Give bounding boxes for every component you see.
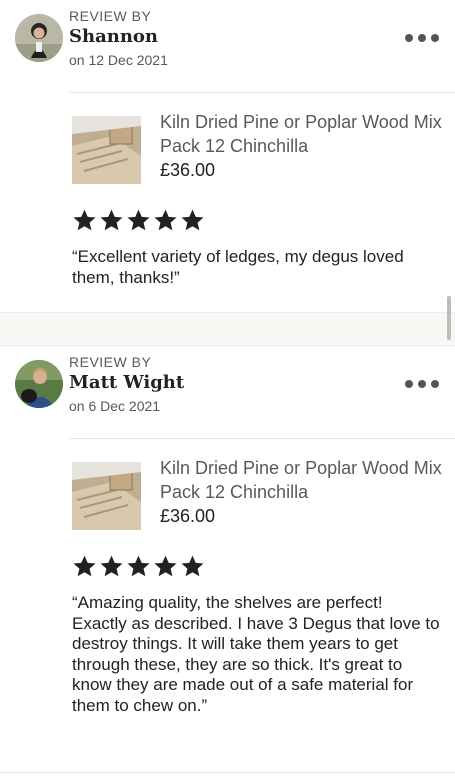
review-card: REVIEW BY Shannon on 12 Dec 2021 Kiln Dr…: [0, 0, 455, 312]
review-date: on 12 Dec 2021: [69, 52, 168, 68]
star-icon: [153, 208, 178, 233]
review-text: “Amazing quality, the shelves are perfec…: [72, 593, 440, 715]
star-icon: [126, 208, 151, 233]
product-price: £36.00: [160, 506, 216, 526]
review-text: “Excellent variety of ledges, my degus l…: [72, 247, 404, 287]
star-icon: [126, 554, 151, 579]
star-icon: [180, 208, 205, 233]
avatar[interactable]: [15, 360, 63, 408]
product-thumbnail[interactable]: [72, 116, 141, 184]
review-by-label: REVIEW BY: [69, 354, 152, 370]
review-card: REVIEW BY Matt Wight on 6 Dec 2021 Kiln …: [0, 346, 455, 776]
product-title[interactable]: Kiln Dried Pine or Poplar Wood Mix Pack …: [160, 110, 450, 158]
product-thumbnail[interactable]: [72, 462, 141, 530]
star-rating: [72, 554, 205, 579]
more-options-icon[interactable]: [405, 30, 439, 46]
star-rating: [72, 208, 205, 233]
star-icon: [153, 554, 178, 579]
product-link[interactable]: Kiln Dried Pine or Poplar Wood Mix Pack …: [72, 456, 455, 536]
divider: [0, 772, 455, 773]
product-link[interactable]: Kiln Dried Pine or Poplar Wood Mix Pack …: [72, 110, 455, 190]
reviewer-name[interactable]: Shannon: [69, 26, 158, 47]
avatar[interactable]: [15, 14, 63, 62]
review-by-label: REVIEW BY: [69, 8, 152, 24]
divider: [69, 438, 455, 439]
review-date: on 6 Dec 2021: [69, 398, 161, 414]
reviewer-name[interactable]: Matt Wight: [69, 372, 184, 393]
star-icon: [99, 554, 124, 579]
divider: [69, 92, 455, 93]
product-price: £36.00: [160, 160, 216, 180]
star-icon: [99, 208, 124, 233]
star-icon: [72, 208, 97, 233]
product-title[interactable]: Kiln Dried Pine or Poplar Wood Mix Pack …: [160, 456, 450, 504]
scrollbar[interactable]: [447, 296, 451, 340]
star-icon: [72, 554, 97, 579]
section-separator: [0, 312, 455, 346]
star-icon: [180, 554, 205, 579]
more-options-icon[interactable]: [405, 376, 439, 392]
